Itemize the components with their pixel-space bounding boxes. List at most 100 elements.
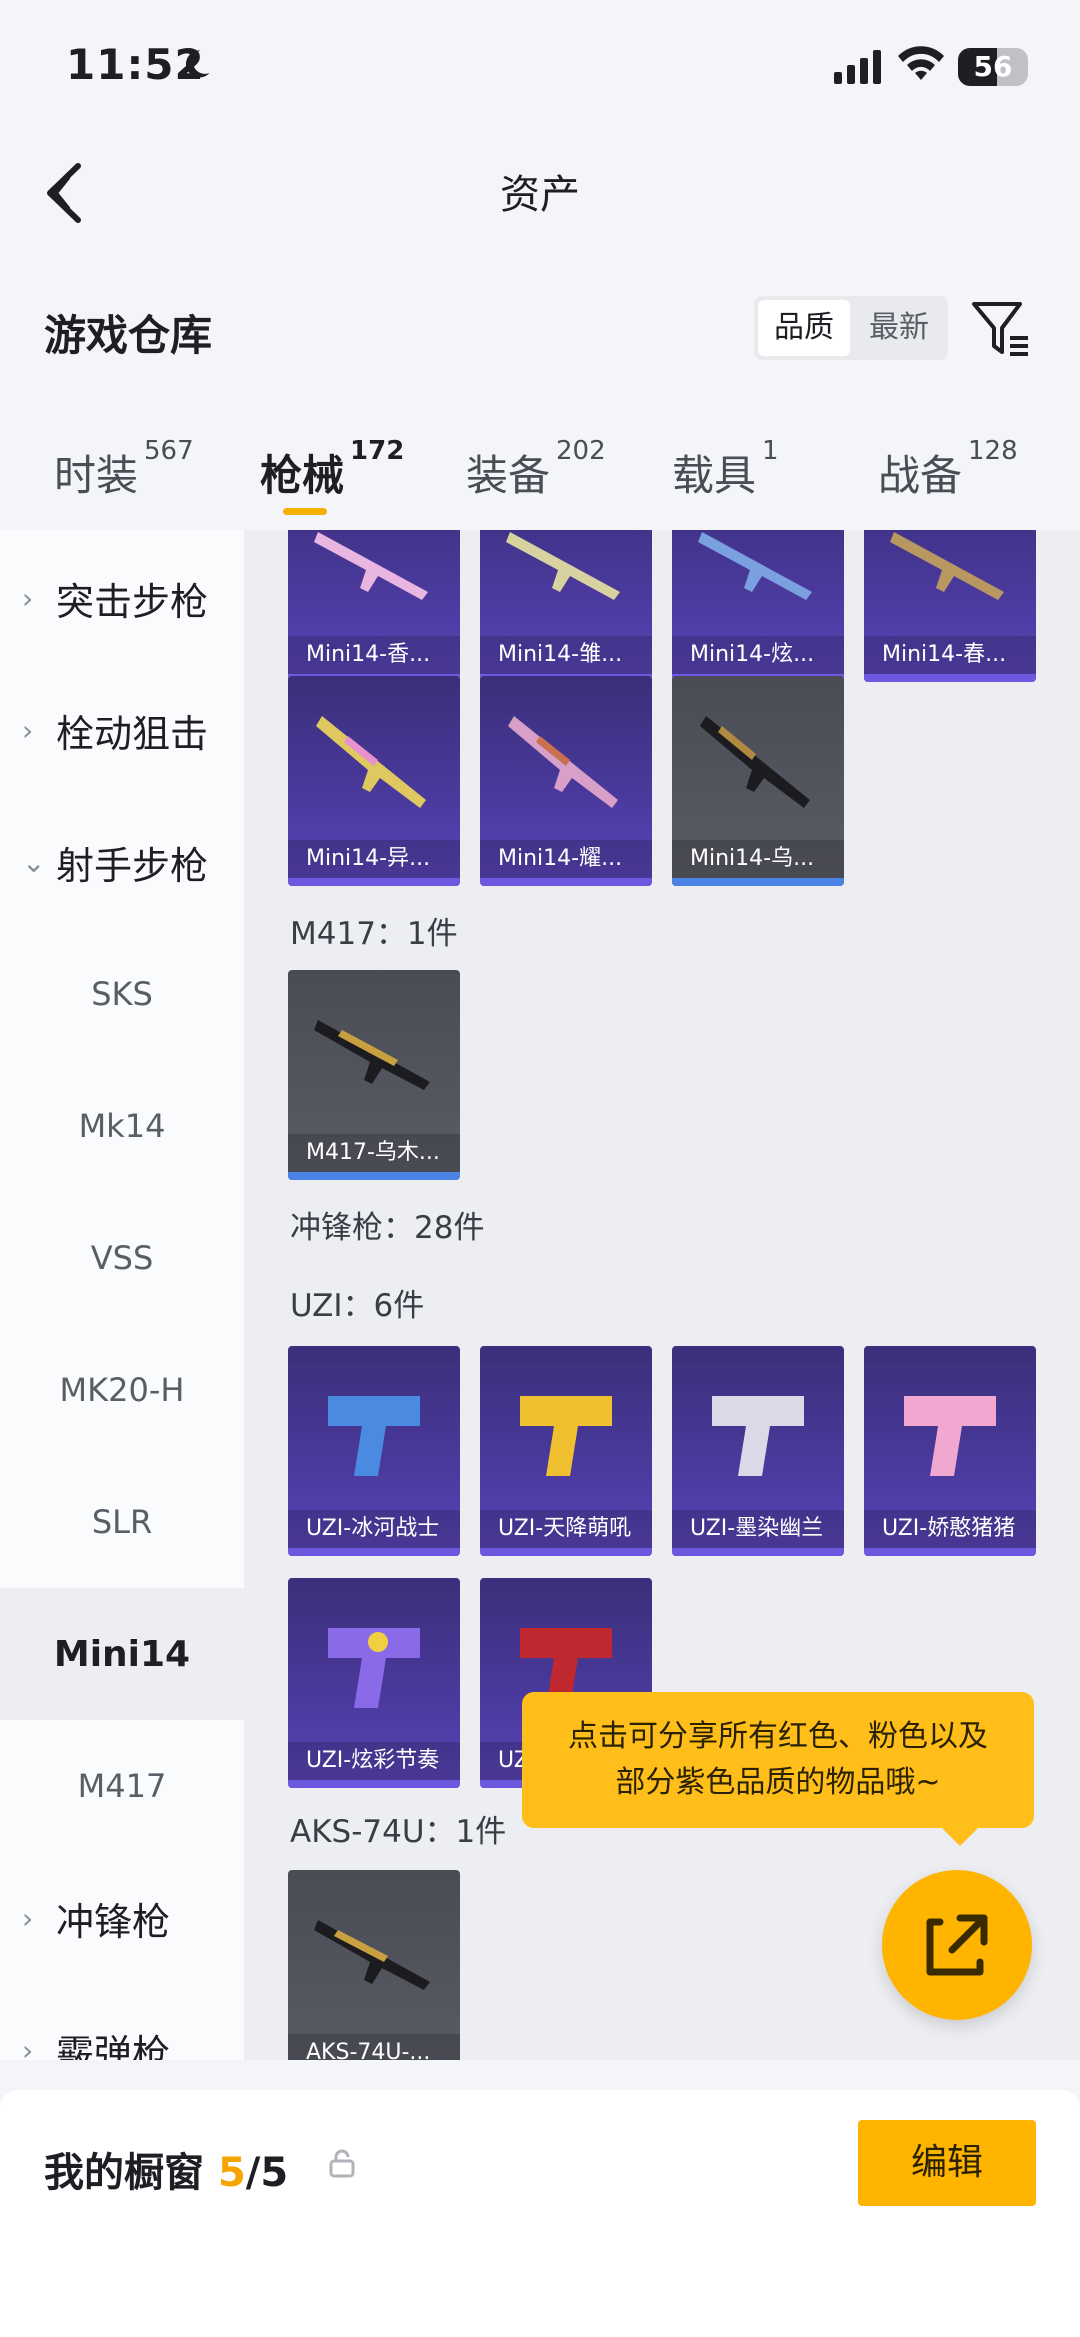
showcase-title: 我的橱窗 [44,2150,204,2196]
tab-equipment[interactable]: 装备 202 [466,436,606,503]
weapon-name: UZI-墨染幽兰 [672,1510,844,1548]
rifle-icon [700,716,810,808]
status-bar: 11:52 56 [0,0,1080,140]
weapon-name: UZI-娇憨猪猪 [864,1510,1036,1548]
weapon-card[interactable]: AKS-74U-... [288,1870,460,2060]
chevron-right-icon: › [22,581,34,615]
section-header-uzi: UZI：6件 [290,1288,425,1324]
weapon-card[interactable]: Mini14-耀... [480,676,652,886]
share-icon [926,1914,988,1976]
weapon-card[interactable]: Mini14-雏... [480,530,652,682]
rarity-bar [288,878,460,886]
battery-level: 56 [973,50,1013,83]
tab-active-indicator [283,508,327,515]
category-tabs: 时装 567 枪械 172 装备 202 载具 1 战备 128 [0,420,1080,530]
battery-icon: 56 [958,48,1028,86]
weapon-card[interactable]: Mini14-春... [864,530,1036,682]
weapon-card[interactable]: Mini14-香... [288,530,460,682]
page-title: 资产 [500,172,580,218]
wifi-icon [898,46,944,80]
sidebar-item-label: 突击步枪 [56,579,209,624]
smg-icon [328,1396,420,1476]
weapon-name: M417-乌木... [288,1134,460,1172]
tab-count: 1 [762,436,779,466]
tab-supplies[interactable]: 战备 128 [878,436,1018,503]
moon-icon [185,50,210,78]
smg-icon [520,1396,612,1476]
section-header-smg: 冲锋枪：28件 [290,1210,485,1246]
rifle-icon [314,1020,430,1090]
rarity-bar [480,878,652,886]
warehouse-title: 游戏仓库 [44,311,213,360]
sidebar-item-m417[interactable]: M417 [0,1720,244,1852]
share-button[interactable] [882,1870,1032,2020]
tab-label: 枪械 [260,451,345,500]
sort-quality-button[interactable]: 品质 [758,300,850,356]
weapon-card[interactable]: UZI-炫彩节奏 [288,1578,460,1788]
sidebar-item-vss[interactable]: VSS [0,1192,244,1324]
weapon-name: Mini14-春... [864,636,1036,674]
weapon-name: Mini14-乌... [672,840,844,878]
section-header-m417: M417：1件 [290,916,458,952]
weapon-category-sidebar: › 突击步枪 › 栓动狙击 ⌄ 射手步枪 SKS Mk14 VSS MK20-H SL… [0,530,244,2060]
tab-count: 202 [556,436,606,466]
sidebar-item-mk14[interactable]: Mk14 [0,1060,244,1192]
sidebar-item-label: 射手步枪 [56,843,209,888]
tab-firearms[interactable]: 枪械 172 [260,436,404,503]
rarity-bar [288,1548,460,1556]
showcase-bar: 我的橱窗 5/5 编辑 [0,2090,1080,2337]
rarity-bar [864,1548,1036,1556]
weapon-name: Mini14-雏... [480,636,652,674]
rarity-bar [672,1548,844,1556]
sidebar-item-sks[interactable]: SKS [0,928,244,1060]
tab-label: 装备 [466,451,551,500]
rifle-icon [890,532,1004,600]
share-tooltip: 点击可分享所有红色、粉色以及 部分紫色品质的物品哦~ [522,1692,1034,1846]
weapon-name: Mini14-耀... [480,840,652,878]
weapon-name: UZI-炫彩节奏 [288,1742,460,1780]
weapon-name: Mini14-炫... [672,636,844,674]
tab-label: 载具 [672,451,757,500]
weapon-card[interactable]: Mini14-炫... [672,530,844,682]
tab-count: 567 [144,436,194,466]
tab-vehicles[interactable]: 载具 1 [672,436,779,503]
weapon-name: AKS-74U-... [288,2034,460,2060]
weapon-name: Mini14-香... [288,636,460,674]
sidebar-item-shotgun[interactable]: › 霰弹枪 [0,1984,244,2061]
weapon-card[interactable]: UZI-天降萌吼 [480,1346,652,1556]
sidebar-item-bolt-sniper[interactable]: › 栓动狙击 [0,664,244,796]
chevron-right-icon: › [22,713,34,747]
weapon-card[interactable]: UZI-娇憨猪猪 [864,1346,1036,1556]
tab-label: 战备 [878,451,963,500]
edit-button[interactable]: 编辑 [858,2120,1036,2206]
tab-count: 128 [968,436,1018,466]
tooltip-line-1: 点击可分享所有红色、粉色以及 [568,1719,988,1754]
weapon-card[interactable]: UZI-墨染幽兰 [672,1346,844,1556]
rifle-icon [314,1920,430,1990]
sidebar-item-mini14[interactable]: Mini14 [0,1588,244,1720]
weapon-card[interactable]: UZI-冰河战士 [288,1346,460,1556]
filter-icon[interactable] [970,298,1032,360]
weapon-card[interactable]: Mini14-乌... [672,676,844,886]
sidebar-item-label: 栓动狙击 [56,711,209,756]
sidebar-item-mk20h[interactable]: MK20-H [0,1324,244,1456]
sidebar-item-label: 冲锋枪 [56,1899,171,1944]
rarity-bar [480,1548,652,1556]
sort-latest-button[interactable]: 最新 [854,300,944,356]
lock-icon [329,2149,355,2178]
weapon-card[interactable]: M417-乌木... [288,970,460,1180]
weapon-card[interactable]: Mini14-异... [288,676,460,886]
tab-fashion[interactable]: 时装 567 [54,436,194,503]
tab-label: 时装 [54,451,139,500]
smg-icon [328,1628,420,1708]
tooltip-line-2: 部分紫色品质的物品哦~ [615,1765,941,1800]
sidebar-item-slr[interactable]: SLR [0,1456,244,1588]
rifle-icon [698,532,812,600]
sidebar-item-smg[interactable]: › 冲锋枪 [0,1852,244,1984]
smg-icon [904,1396,996,1476]
weapon-name: UZI-冰河战士 [288,1510,460,1548]
rifle-icon [316,716,426,808]
sidebar-item-marksman-rifle[interactable]: ⌄ 射手步枪 [0,796,244,928]
sidebar-item-assault-rifle[interactable]: › 突击步枪 [0,532,244,664]
rifle-icon [506,532,620,600]
